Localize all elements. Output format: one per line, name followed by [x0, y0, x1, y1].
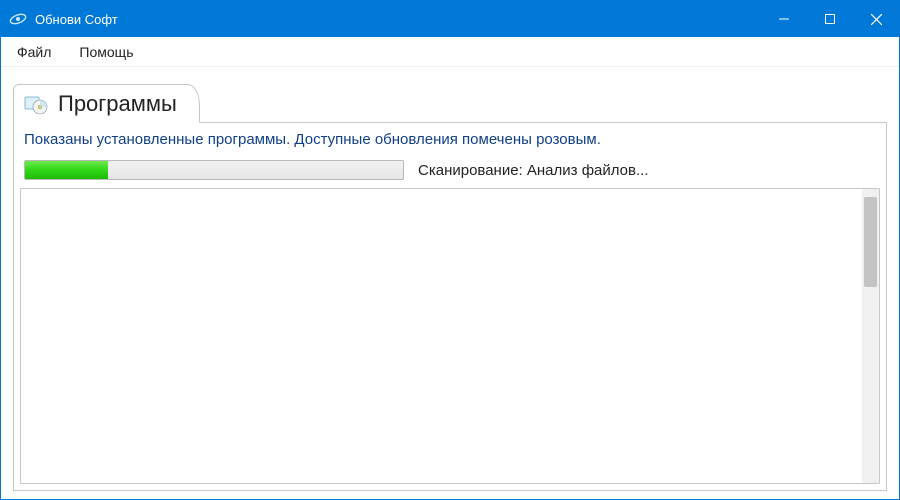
window-controls	[761, 1, 899, 37]
close-button[interactable]	[853, 1, 899, 37]
titlebar: Обнови Софт	[1, 1, 899, 37]
minimize-button[interactable]	[761, 1, 807, 37]
maximize-button[interactable]	[807, 1, 853, 37]
tab-programs[interactable]: Программы	[13, 84, 200, 123]
vertical-scrollbar[interactable]	[862, 189, 879, 483]
app-window: Обнови Софт Файл Помощь	[0, 0, 900, 500]
program-list	[20, 188, 880, 484]
menu-help[interactable]: Помощь	[73, 40, 139, 64]
scrollbar-thumb[interactable]	[864, 197, 877, 287]
scan-status-text: Сканирование: Анализ файлов...	[418, 162, 649, 179]
progress-bar	[24, 160, 404, 180]
content-area: Программы Показаны установленные програм…	[1, 67, 899, 499]
scan-row: Сканирование: Анализ файлов...	[14, 154, 886, 188]
progress-fill	[25, 161, 108, 179]
window-title: Обнови Софт	[35, 12, 118, 27]
tab-strip: Программы	[13, 81, 887, 123]
menu-file[interactable]: Файл	[11, 40, 57, 64]
menubar: Файл Помощь	[1, 37, 899, 67]
programs-cd-icon	[24, 93, 48, 115]
titlebar-left: Обнови Софт	[9, 10, 118, 28]
tab-page: Показаны установленные программы. Доступ…	[13, 122, 887, 491]
app-icon	[9, 10, 27, 28]
tab-programs-label: Программы	[58, 91, 177, 117]
info-text: Показаны установленные программы. Доступ…	[14, 123, 886, 154]
